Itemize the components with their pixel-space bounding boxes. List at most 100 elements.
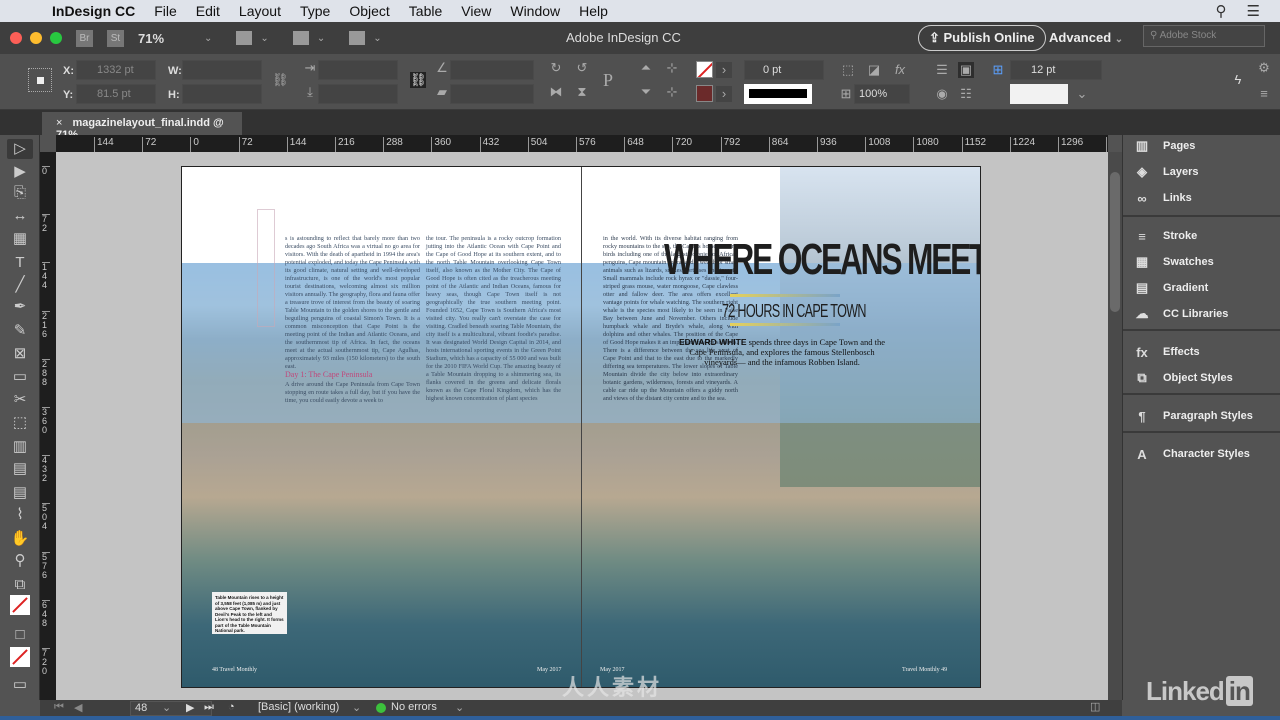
photo-caption[interactable]: Table Mountain rises to a height of 3,55… bbox=[212, 592, 287, 634]
text-wrap-none-icon[interactable]: ☰ bbox=[934, 62, 950, 78]
adobe-stock-search-input[interactable]: ⚲ Adobe Stock bbox=[1143, 25, 1265, 47]
text-wrap-jump-icon[interactable]: ☷ bbox=[958, 86, 974, 102]
panel-layers[interactable]: ◈ Layers bbox=[1133, 161, 1273, 183]
panel-group-divider[interactable] bbox=[1123, 431, 1280, 433]
minimize-window-button[interactable] bbox=[30, 32, 42, 44]
arrange-documents-chevron-icon[interactable]: ⌄ bbox=[373, 33, 381, 44]
flip-vertical-icon[interactable]: ⧗ bbox=[574, 84, 590, 100]
rotation-angle-field[interactable] bbox=[450, 60, 534, 80]
panel-object-styles[interactable]: ⧉ Object Styles bbox=[1133, 367, 1273, 389]
quick-apply-icon[interactable]: ϟ bbox=[1230, 72, 1246, 88]
body-column-1b[interactable]: A drive around the Cape Peninsula from C… bbox=[285, 381, 420, 405]
fill-menu-chevron-icon[interactable]: › bbox=[716, 62, 732, 78]
direct-selection-tool[interactable]: ▶ bbox=[7, 162, 33, 182]
app-menu[interactable]: InDesign CC bbox=[52, 3, 135, 19]
rotate-clockwise-icon[interactable]: ↻ bbox=[548, 60, 564, 76]
eyedropper-tool[interactable]: ⌇ bbox=[7, 505, 33, 525]
panel-swatches[interactable]: ▦ Swatches bbox=[1133, 251, 1273, 273]
next-page-button[interactable]: ▶ bbox=[186, 701, 194, 714]
scale-x-field[interactable] bbox=[318, 60, 398, 80]
drop-shadow-icon[interactable]: ◪ bbox=[866, 62, 882, 78]
preflight-profile[interactable]: [Basic] (working) bbox=[258, 701, 339, 713]
zoom-level-field[interactable]: 71% bbox=[138, 31, 164, 46]
first-page-button[interactable]: ⏮ bbox=[54, 701, 64, 714]
stroke-swatch[interactable] bbox=[696, 85, 713, 102]
stroke-weight-field[interactable]: 0 pt bbox=[744, 60, 824, 80]
spotlight-search-icon[interactable]: ⚲ bbox=[1216, 2, 1227, 20]
document-spread[interactable]: s is astounding to reflect that barely m… bbox=[181, 166, 981, 688]
dek-text[interactable]: EDWARD WHITE spends three days in Cape T… bbox=[677, 337, 887, 367]
stroke-type-dropdown[interactable] bbox=[744, 84, 812, 104]
rectangle-frame-tool[interactable]: ⊠ bbox=[7, 344, 33, 364]
bridge-button[interactable]: Br bbox=[76, 29, 93, 47]
apply-none-icon[interactable] bbox=[10, 647, 30, 667]
opacity-field[interactable]: 100% bbox=[854, 84, 910, 104]
panel-group-divider[interactable] bbox=[1123, 393, 1280, 395]
zoom-tool[interactable]: ⚲ bbox=[7, 551, 33, 571]
panel-stroke[interactable]: ≡ Stroke bbox=[1133, 225, 1273, 247]
height-field[interactable] bbox=[182, 84, 262, 104]
screen-mode-chevron-icon[interactable]: ⌄ bbox=[317, 33, 325, 44]
menu-type[interactable]: Type bbox=[300, 3, 330, 19]
stock-button[interactable]: St bbox=[107, 29, 124, 47]
horizontal-ruler[interactable]: 144 72 0 72 144 216 288 360 432 504 576 648 720 792 86… bbox=[56, 135, 1108, 152]
x-position-field[interactable]: 1332 pt bbox=[76, 60, 156, 80]
menu-view[interactable]: View bbox=[461, 3, 491, 19]
flip-horizontal-icon[interactable]: ⧓ bbox=[548, 84, 564, 100]
publish-online-button[interactable]: ⇪ Publish Online bbox=[918, 25, 1046, 51]
open-document-icon[interactable]: ◔ bbox=[228, 701, 235, 713]
corner-options-swatch[interactable] bbox=[1010, 84, 1068, 104]
corner-options-chevron-icon[interactable]: ⌄ bbox=[1074, 86, 1090, 102]
menu-window[interactable]: Window bbox=[510, 3, 560, 19]
vertical-ruler[interactable]: 0 72 144 216 288 360 432 504 576 648 720 bbox=[40, 152, 56, 700]
constrain-proportions-icon[interactable]: ⛓ bbox=[272, 72, 289, 88]
section-heading[interactable]: Day 1: The Cape Peninsula bbox=[285, 370, 372, 379]
zoom-window-button[interactable] bbox=[50, 32, 62, 44]
y-position-field[interactable]: 81.5 pt bbox=[76, 84, 156, 104]
content-collector-tool[interactable]: ▦ bbox=[7, 229, 33, 249]
auto-fit-icon[interactable]: ⊞ bbox=[990, 62, 1006, 78]
reference-point-icon[interactable] bbox=[28, 68, 52, 92]
rectangle-tool[interactable]: ▭ bbox=[7, 367, 33, 387]
fill-stroke-swatch[interactable] bbox=[10, 595, 30, 615]
menu-layout[interactable]: Layout bbox=[239, 3, 281, 19]
screen-mode-icon[interactable] bbox=[292, 31, 309, 45]
scale-y-field[interactable] bbox=[318, 84, 398, 104]
line-tool[interactable]: ╱ bbox=[7, 275, 33, 295]
panel-pages[interactable]: ▥ Pages bbox=[1133, 135, 1273, 157]
page-dropdown-chevron-icon[interactable]: ⌄ bbox=[162, 701, 171, 714]
previous-page-button[interactable]: ◀ bbox=[74, 701, 82, 714]
shear-angle-field[interactable] bbox=[450, 84, 534, 104]
fit-frame-icon[interactable]: ⬚ bbox=[840, 62, 856, 78]
panel-links[interactable]: ∞ Links bbox=[1133, 187, 1273, 209]
select-container-icon[interactable]: ⏶ bbox=[638, 60, 654, 76]
panel-group-divider[interactable] bbox=[1123, 215, 1280, 217]
menu-table[interactable]: Table bbox=[409, 3, 442, 19]
free-transform-tool[interactable]: ⬚ bbox=[7, 413, 33, 433]
split-window-icon[interactable]: ◫ bbox=[1090, 700, 1100, 713]
gap-field[interactable]: 12 pt bbox=[1010, 60, 1102, 80]
close-window-button[interactable] bbox=[10, 32, 22, 44]
notification-center-icon[interactable]: ☰ bbox=[1247, 2, 1260, 20]
gradient-swatch-tool[interactable]: ▥ bbox=[7, 437, 33, 457]
arrange-documents-icon[interactable] bbox=[349, 31, 366, 45]
pasteboard[interactable]: s is astounding to reflect that barely m… bbox=[56, 152, 1108, 700]
formatting-affects-container-icon[interactable]: □ bbox=[7, 625, 33, 645]
menu-help[interactable]: Help bbox=[579, 3, 608, 19]
note-tool[interactable]: ▤ bbox=[7, 483, 33, 503]
gradient-feather-tool[interactable]: ▤ bbox=[7, 459, 33, 479]
gap-tool[interactable]: ↔ bbox=[7, 206, 33, 226]
rotate-counterclockwise-icon[interactable]: ↺ bbox=[574, 60, 590, 76]
panel-character-styles[interactable]: A Character Styles bbox=[1133, 443, 1273, 465]
preflight-menu-chevron-icon[interactable]: ⌄ bbox=[455, 701, 464, 714]
type-tool[interactable]: T bbox=[7, 253, 33, 273]
close-tab-icon[interactable]: × bbox=[56, 117, 62, 129]
scrollbar-thumb[interactable] bbox=[1110, 172, 1120, 312]
headline[interactable]: WHERE OCEANS MEET bbox=[664, 235, 980, 285]
panel-effects[interactable]: fx Effects bbox=[1133, 341, 1273, 363]
menu-edit[interactable]: Edit bbox=[196, 3, 220, 19]
screen-mode-icon[interactable]: ▭ bbox=[7, 675, 33, 695]
select-content-icon[interactable]: ⏷ bbox=[638, 84, 654, 100]
preflight-profile-chevron-icon[interactable]: ⌄ bbox=[352, 701, 361, 714]
panel-group-divider[interactable] bbox=[1123, 329, 1280, 331]
